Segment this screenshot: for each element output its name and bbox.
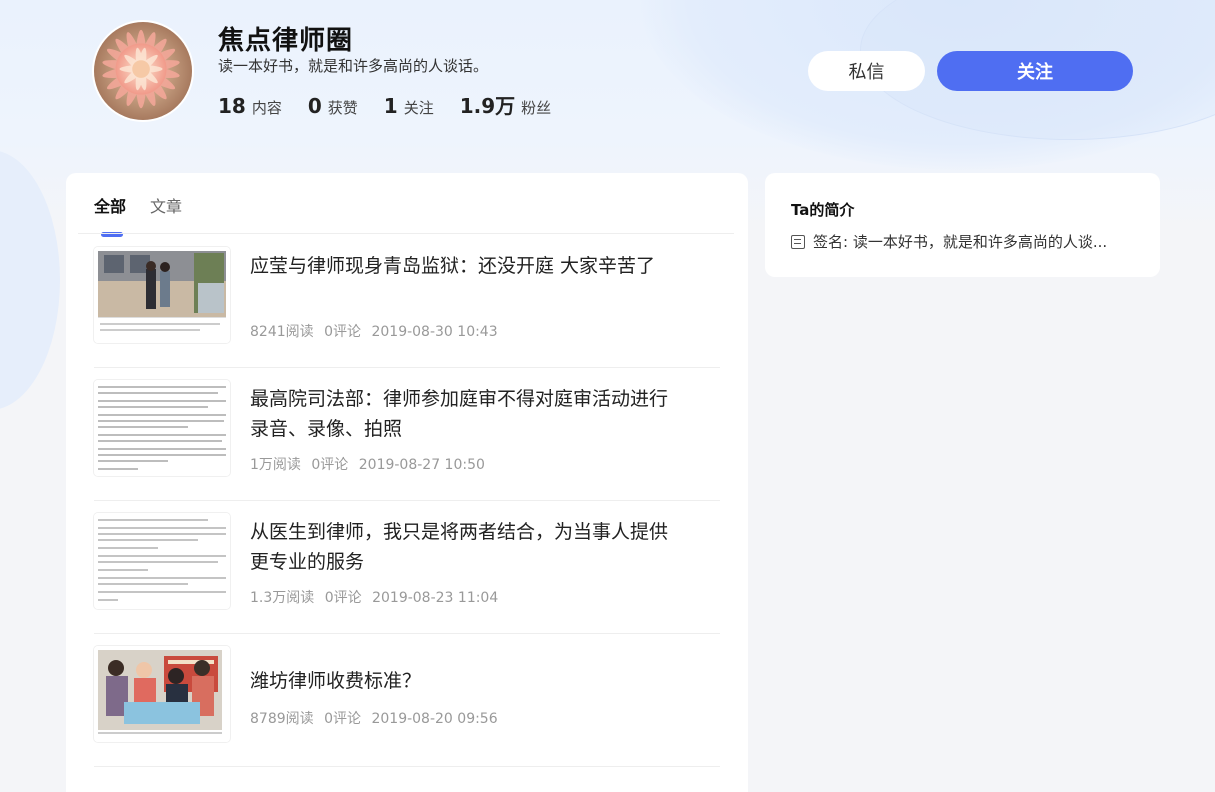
signature-row: 签名: 读一本好书，就是和许多高尚的人谈... (791, 231, 1107, 252)
article-item[interactable]: 潍坊律师收费标准？ 8789阅读 0评论 2019-08-20 09:56 (94, 634, 720, 767)
comment-count: 0评论 (311, 457, 349, 473)
article-meta: 8789阅读 0评论 2019-08-20 09:56 (250, 708, 504, 728)
read-count: 1万阅读 (250, 457, 301, 473)
tab-all[interactable]: 全部 (94, 193, 126, 237)
article-meta: 1.3万阅读 0评论 2019-08-23 11:04 (250, 587, 504, 607)
article-title[interactable]: 应莹与律师现身青岛监狱：还没开庭 大家辛苦了 (250, 251, 670, 281)
content-tabs: 全部 文章 (94, 193, 206, 237)
publish-date: 2019-08-30 10:43 (371, 324, 498, 340)
intro-card: Ta的简介 签名: 读一本好书，就是和许多高尚的人谈... (765, 173, 1160, 277)
signature-text: 签名: 读一本好书，就是和许多高尚的人谈... (813, 233, 1108, 251)
article-item[interactable]: 最高院司法部：律师参加庭审不得对庭审活动进行录音、录像、拍照 1万阅读 0评论 … (94, 368, 720, 501)
profile-name: 焦点律师圈 (218, 26, 354, 56)
content-card: 全部 文章 应莹与律师现身青岛监狱：还没开庭 大家辛苦了 8241阅读 0评论 … (66, 173, 748, 792)
comment-count: 0评论 (324, 590, 362, 606)
article-thumbnail[interactable] (94, 646, 230, 742)
document-text-image (94, 380, 230, 476)
stat-content[interactable]: 18 内容 (218, 94, 282, 118)
profile-page: 焦点律师圈 读一本好书，就是和许多高尚的人谈话。 18 内容 0 获赞 1 关注… (0, 0, 1215, 792)
stat-number: 18 (218, 94, 246, 118)
article-thumbnail[interactable] (94, 513, 230, 609)
read-count: 8789阅读 (250, 711, 314, 727)
article-meta: 1万阅读 0评论 2019-08-27 10:50 (250, 454, 491, 474)
photo-people-outdoor-image (94, 247, 230, 343)
intro-title: Ta的简介 (791, 201, 855, 219)
read-count: 8241阅读 (250, 324, 314, 340)
stat-number: 1.9万 (459, 94, 516, 118)
stat-number: 1 (383, 94, 398, 118)
article-item[interactable]: 应莹与律师现身青岛监狱：还没开庭 大家辛苦了 8241阅读 0评论 2019-0… (94, 235, 720, 368)
follow-button[interactable]: 关注 (937, 51, 1133, 91)
document-icon (791, 234, 805, 249)
stat-label: 粉丝 (521, 99, 552, 117)
stat-label: 关注 (403, 99, 434, 117)
stat-label: 内容 (251, 99, 282, 117)
stat-followers[interactable]: 1.9万 粉丝 (460, 90, 551, 119)
stat-following[interactable]: 1 关注 (384, 94, 434, 118)
message-button[interactable]: 私信 (808, 51, 925, 91)
article-item[interactable]: 从医生到律师，我只是将两者结合，为当事人提供更专业的服务 1.3万阅读 0评论 … (94, 501, 720, 634)
document-text-image (94, 513, 230, 609)
publish-date: 2019-08-20 09:56 (371, 711, 498, 727)
avatar-flower-image (94, 22, 192, 120)
tab-articles[interactable]: 文章 (150, 193, 182, 229)
article-title[interactable]: 从医生到律师，我只是将两者结合，为当事人提供更专业的服务 (250, 517, 670, 577)
publish-date: 2019-08-27 10:50 (358, 457, 485, 473)
profile-stats: 18 内容 0 获赞 1 关注 1.9万 粉丝 (218, 90, 577, 119)
photo-people-event-image (94, 646, 230, 742)
article-thumbnail[interactable] (94, 247, 230, 343)
read-count: 1.3万阅读 (250, 590, 315, 606)
article-title[interactable]: 潍坊律师收费标准？ (250, 666, 670, 696)
stat-number: 0 (307, 94, 322, 118)
stat-label: 获赞 (327, 99, 358, 117)
profile-bio: 读一本好书，就是和许多高尚的人谈话。 (218, 57, 489, 75)
comment-count: 0评论 (324, 324, 362, 340)
article-thumbnail[interactable] (94, 380, 230, 476)
tabs-divider (78, 233, 734, 234)
stat-likes[interactable]: 0 获赞 (308, 94, 358, 118)
avatar[interactable] (92, 20, 194, 122)
comment-count: 0评论 (324, 711, 362, 727)
publish-date: 2019-08-23 11:04 (372, 590, 499, 606)
article-meta: 8241阅读 0评论 2019-08-30 10:43 (250, 321, 504, 341)
article-title[interactable]: 最高院司法部：律师参加庭审不得对庭审活动进行录音、录像、拍照 (250, 384, 670, 444)
